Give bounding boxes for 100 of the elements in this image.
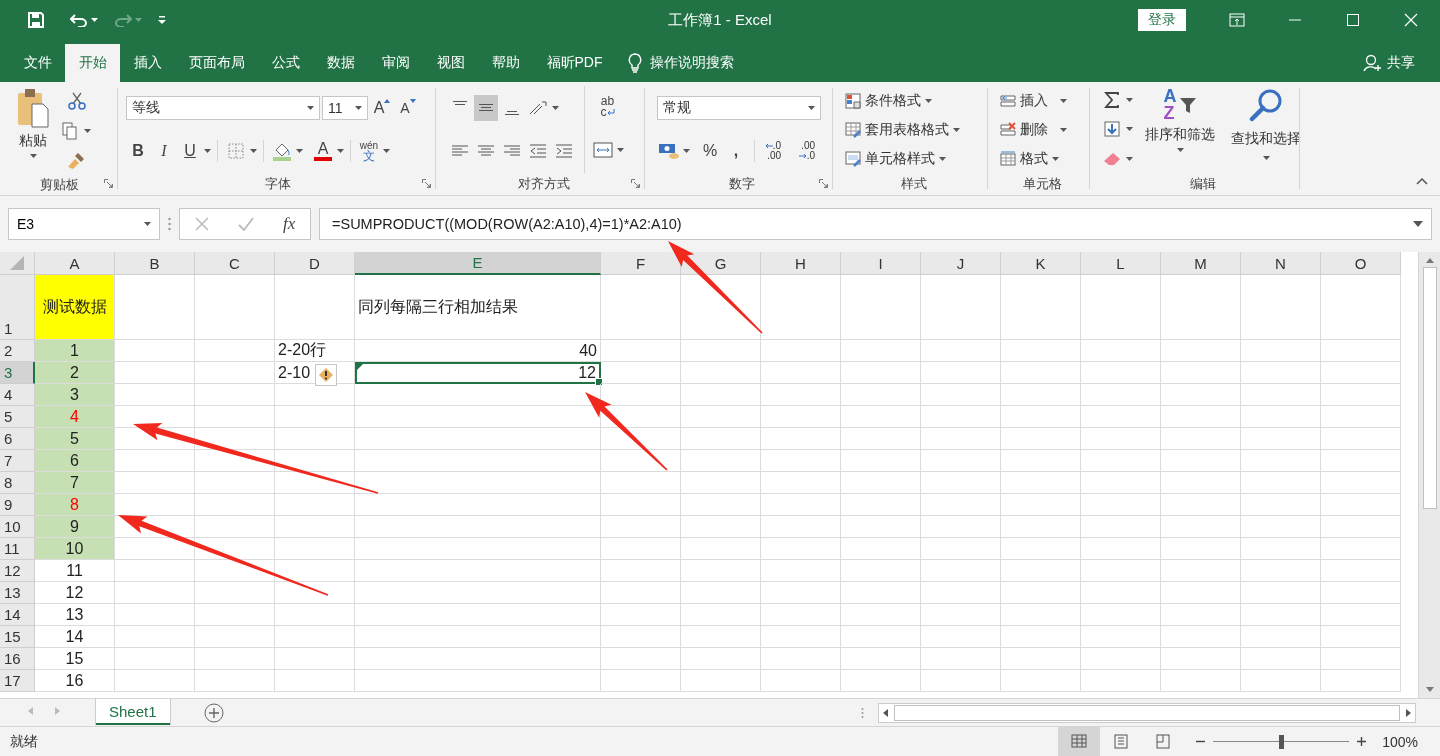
font-name-dropdown[interactable]: 等线 <box>126 95 320 120</box>
caret-icon[interactable] <box>939 156 946 161</box>
caret-icon[interactable] <box>355 105 362 110</box>
style-menu-button[interactable]: 条件格式 <box>845 87 982 114</box>
ribbon-tab[interactable]: 数据 <box>313 44 368 82</box>
column-header[interactable]: K <box>1001 252 1081 275</box>
caret-icon[interactable] <box>84 129 91 133</box>
save-icon[interactable] <box>28 12 44 28</box>
font-color-button[interactable]: A <box>311 138 335 165</box>
ribbon-tab[interactable]: 页面布局 <box>175 44 258 82</box>
sum-icon[interactable] <box>1104 91 1120 108</box>
ribbon-tab[interactable]: 审阅 <box>368 44 423 82</box>
column-header[interactable]: D <box>275 252 355 275</box>
caret-icon[interactable] <box>91 18 98 22</box>
row-header[interactable]: 17 <box>0 670 35 692</box>
row-header[interactable]: 9 <box>0 494 35 516</box>
style-menu-button[interactable]: 单元格样式 <box>845 145 982 172</box>
caret-icon[interactable] <box>617 148 624 153</box>
insert-function-button[interactable]: fx <box>283 214 296 234</box>
ribbon-tab[interactable]: 视图 <box>423 44 478 82</box>
view-mode-button[interactable] <box>1058 727 1101 756</box>
text-orientation-icon[interactable] <box>528 99 548 116</box>
row-header[interactable]: 13 <box>0 582 35 604</box>
caret-icon[interactable] <box>1060 98 1067 103</box>
dialog-launcher-icon[interactable] <box>819 179 828 188</box>
caret-icon[interactable] <box>953 127 960 132</box>
merge-cells-icon[interactable] <box>593 142 613 159</box>
scroll-up-icon[interactable] <box>1425 258 1434 263</box>
caret-icon[interactable] <box>1052 156 1059 161</box>
caret-icon[interactable] <box>1262 156 1270 160</box>
formula-input[interactable]: =SUMPRODUCT((MOD(ROW(A2:A10),4)=1)*A2:A10) <box>319 208 1432 240</box>
caret-icon[interactable] <box>296 149 303 154</box>
cells-menu-button[interactable]: 格式 <box>1000 145 1084 172</box>
check-icon[interactable] <box>237 217 254 231</box>
error-options-button[interactable] <box>315 364 337 386</box>
cells-menu-button[interactable]: 插入 <box>1000 87 1084 114</box>
increase-indent-icon[interactable] <box>555 144 573 159</box>
row-header[interactable]: 14 <box>0 604 35 626</box>
row-header[interactable]: 12 <box>0 560 35 582</box>
column-header[interactable]: L <box>1081 252 1161 275</box>
column-header[interactable]: E <box>355 252 601 275</box>
column-header[interactable]: J <box>921 252 1001 275</box>
row-header[interactable]: 7 <box>0 450 35 472</box>
customize-icon[interactable] <box>158 16 166 24</box>
column-header[interactable]: C <box>195 252 275 275</box>
decrease-indent-icon[interactable] <box>529 144 547 159</box>
ribbon-tab[interactable]: 开始 <box>65 44 120 82</box>
caret-icon[interactable] <box>307 105 314 110</box>
caret-icon[interactable] <box>1126 97 1133 102</box>
row-header[interactable]: 2 <box>0 340 35 362</box>
dialog-launcher-icon[interactable] <box>631 179 640 188</box>
scroll-right-icon[interactable] <box>1406 709 1411 717</box>
add-sheet-icon[interactable] <box>203 703 224 723</box>
scroll-down-icon[interactable] <box>1425 687 1434 692</box>
sheet-tab[interactable]: Sheet1 <box>96 699 170 725</box>
decrease-decimal-button[interactable]: .00 .0 <box>795 138 819 165</box>
column-header[interactable]: N <box>1241 252 1321 275</box>
maximize-icon[interactable] <box>1347 14 1359 26</box>
decrease-font-size-button[interactable]: A <box>396 94 420 121</box>
row-header[interactable]: 5 <box>0 406 35 428</box>
lightbulb-icon[interactable] <box>628 53 642 73</box>
caret-icon[interactable] <box>1176 148 1184 152</box>
caret-icon[interactable] <box>250 149 257 154</box>
percent-button[interactable]: % <box>698 138 722 165</box>
increase-font-size-button[interactable]: A <box>370 94 394 121</box>
ribbon-tab[interactable]: 公式 <box>258 44 313 82</box>
zoom-in-icon[interactable] <box>1357 737 1367 746</box>
row-header[interactable]: 8 <box>0 472 35 494</box>
copy-icon[interactable] <box>62 122 78 140</box>
paste-button[interactable]: 粘贴 <box>12 86 54 174</box>
caret-icon[interactable] <box>552 105 559 110</box>
ribbon-tab[interactable]: 文件 <box>10 44 65 82</box>
caret-icon[interactable] <box>383 149 390 154</box>
italic-button[interactable]: I <box>152 138 176 165</box>
vertical-align-button[interactable] <box>474 94 498 121</box>
row-header[interactable]: 4 <box>0 384 35 406</box>
row-header[interactable]: 16 <box>0 648 35 670</box>
column-header[interactable]: F <box>601 252 681 275</box>
dialog-launcher-icon[interactable] <box>422 179 431 188</box>
row-header[interactable]: 3 <box>0 362 35 384</box>
caret-icon[interactable] <box>1126 127 1133 132</box>
ribbon-tab[interactable]: 福昕PDF <box>533 44 616 82</box>
caret-icon[interactable] <box>337 149 344 154</box>
scrollbar-thumb[interactable] <box>1422 267 1437 509</box>
expand-formula-icon[interactable] <box>1413 221 1423 227</box>
column-header[interactable]: A <box>35 252 115 275</box>
person-icon[interactable] <box>1363 54 1383 72</box>
column-header[interactable]: I <box>841 252 921 275</box>
row-header[interactable]: 10 <box>0 516 35 538</box>
fill-down-icon[interactable] <box>1104 121 1120 138</box>
comma-button[interactable]: , <box>724 138 748 165</box>
caret-icon[interactable] <box>144 222 151 226</box>
style-menu-button[interactable]: 套用表格格式 <box>845 116 982 143</box>
row-header[interactable]: 15 <box>0 626 35 648</box>
column-header[interactable]: H <box>761 252 841 275</box>
horizontal-scrollbar[interactable] <box>878 703 1416 723</box>
row-header[interactable]: 6 <box>0 428 35 450</box>
vertical-scrollbar[interactable] <box>1418 252 1440 698</box>
fill-color-icon[interactable] <box>272 141 292 162</box>
dialog-launcher-icon[interactable] <box>104 179 113 188</box>
